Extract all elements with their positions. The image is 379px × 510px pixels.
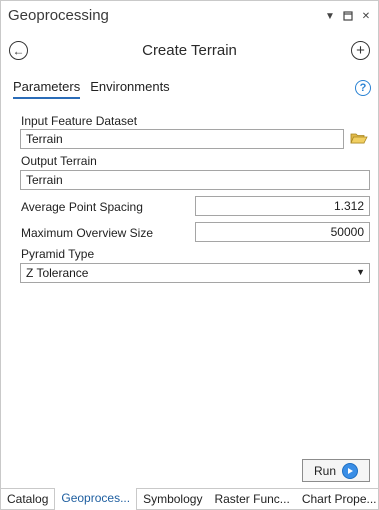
tab-chart-properties[interactable]: Chart Prope... [296, 489, 379, 510]
tool-title: Create Terrain [142, 42, 237, 59]
tab-parameters[interactable]: Parameters [13, 79, 81, 99]
play-icon [342, 462, 358, 479]
run-label: Run [313, 463, 336, 478]
help-icon[interactable]: ? [355, 80, 371, 96]
input-dataset-label: Input Feature Dataset [21, 114, 138, 128]
output-terrain-field[interactable]: Terrain [20, 170, 370, 190]
tab-catalog[interactable]: Catalog [1, 489, 54, 510]
output-terrain-label: Output Terrain [21, 154, 97, 168]
dropdown-arrow-icon: ▼ [356, 267, 365, 277]
point-spacing-label: Average Point Spacing [21, 200, 143, 214]
overview-size-label: Maximum Overview Size [21, 226, 154, 240]
pin-icon[interactable] [342, 9, 354, 23]
tab-raster-functions[interactable]: Raster Func... [208, 489, 295, 510]
tab-symbology[interactable]: Symbology [137, 489, 208, 510]
point-spacing-field[interactable]: 1.312 [195, 196, 370, 216]
input-dataset-field[interactable]: Terrain [20, 129, 344, 149]
pyramid-type-select[interactable]: Z Tolerance ▼ [20, 263, 370, 283]
folder-icon[interactable] [350, 131, 368, 145]
pane-title-bar: Geoprocessing ▼ ✕ [1, 1, 378, 33]
chevron-down-icon[interactable]: ▼ [324, 9, 336, 23]
dock-tabs: Catalog Geoproces... Symbology Raster Fu… [1, 488, 378, 510]
tool-tabs: Parameters Environments [13, 79, 170, 99]
plus-icon: + [356, 42, 365, 59]
pane-title: Geoprocessing [8, 7, 109, 24]
pyramid-type-value: Z Tolerance [26, 266, 89, 280]
tool-header: ← Create Terrain + [1, 39, 378, 65]
add-button[interactable]: + [351, 41, 370, 60]
tab-geoprocessing[interactable]: Geoproces... [54, 488, 138, 510]
close-icon[interactable]: ✕ [360, 9, 372, 23]
overview-size-field[interactable]: 50000 [195, 222, 370, 242]
geoprocessing-pane: Geoprocessing ▼ ✕ ← Create Terrain + Par… [0, 0, 379, 510]
run-button[interactable]: Run [302, 459, 370, 482]
pane-controls: ▼ ✕ [324, 9, 372, 23]
pyramid-type-label: Pyramid Type [21, 247, 95, 261]
tab-environments[interactable]: Environments [90, 79, 169, 99]
